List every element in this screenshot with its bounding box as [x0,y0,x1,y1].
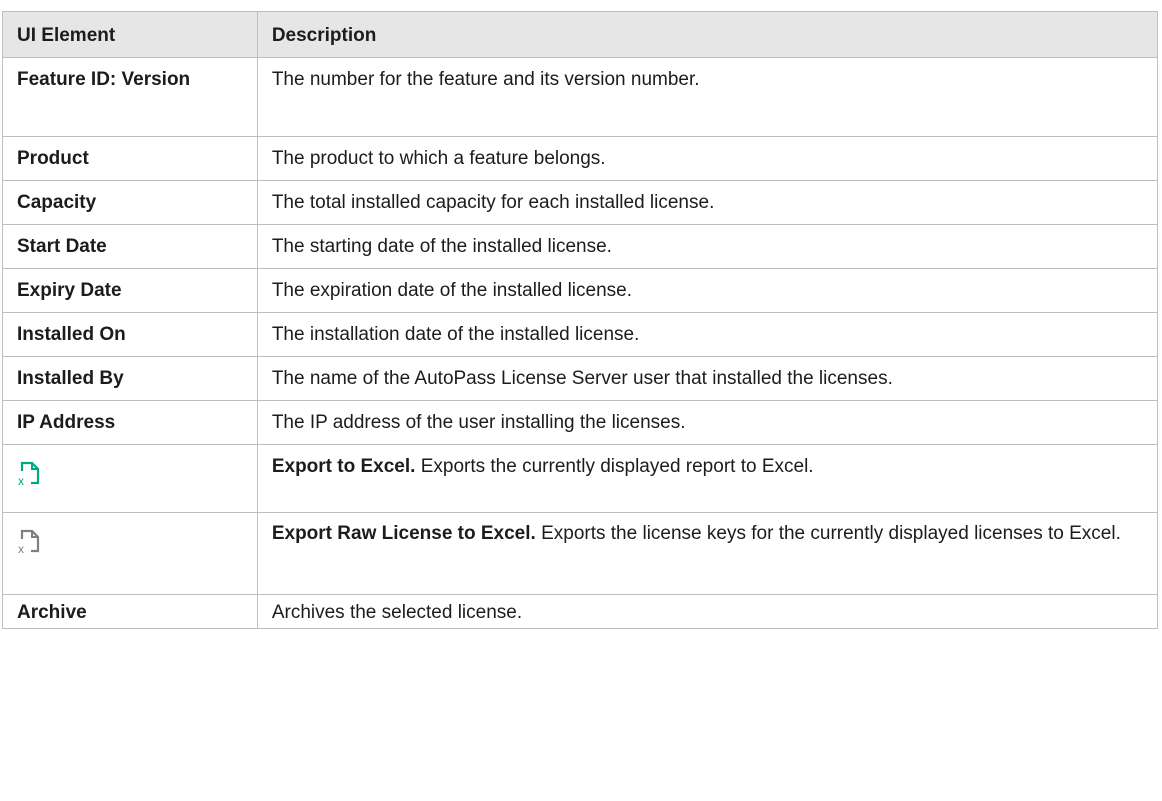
ui-element-cell: Expiry Date [2,268,258,313]
ui-element-cell: x [2,512,258,595]
svg-text:x: x [18,474,24,486]
description-cell: Archives the selected license. [256,594,1159,629]
description-cell: The starting date of the installed licen… [256,224,1159,269]
header-description: Description [256,11,1159,58]
ui-element-cell: Product [2,136,258,181]
table-row: Product The product to which a feature b… [2,136,1159,181]
ui-element-cell: Installed On [2,312,258,357]
description-title: Export Raw License to Excel. [271,523,536,544]
description-text: Exports the license keys for the current… [535,523,1121,544]
table-row: Start Date The starting date of the inst… [2,224,1159,269]
ui-element-cell: Installed By [2,356,258,401]
description-cell: The total installed capacity for each in… [256,180,1159,225]
export-excel-icon[interactable]: x [17,460,41,486]
ui-element-cell: IP Address [2,400,258,445]
description-cell: The installation date of the installed l… [256,312,1159,357]
svg-text:x: x [18,542,24,554]
ui-element-cell: Archive [2,594,258,629]
table-row: x Export to Excel. Exports the currently… [2,444,1159,513]
description-cell: The name of the AutoPass License Server … [256,356,1159,401]
description-text: Exports the currently displayed report t… [415,456,814,477]
ui-element-cell: Start Date [2,224,258,269]
table-row: Expiry Date The expiration date of the i… [2,268,1159,313]
ui-element-cell: Feature ID: Version [2,57,258,137]
description-cell: Export to Excel. Exports the currently d… [256,444,1159,513]
table-row: Archive Archives the selected license. [2,594,1159,629]
export-raw-excel-icon[interactable]: x [17,528,41,554]
ui-element-cell: Capacity [2,180,258,225]
ui-elements-table: UI Element Description Feature ID: Versi… [2,11,1159,629]
table-row: x Export Raw License to Excel. Exports t… [2,512,1159,595]
table-row: Installed By The name of the AutoPass Li… [2,356,1159,401]
description-cell: Export Raw License to Excel. Exports the… [256,512,1159,595]
description-cell: The product to which a feature belongs. [256,136,1159,181]
description-title: Export to Excel. [271,456,416,477]
table-row: Installed On The installation date of th… [2,312,1159,357]
header-ui-element: UI Element [2,11,258,58]
description-cell: The IP address of the user installing th… [256,400,1159,445]
ui-element-cell: x [2,444,258,513]
description-cell: The expiration date of the installed lic… [256,268,1159,313]
description-cell: The number for the feature and its versi… [256,57,1159,137]
table-header-row: UI Element Description [2,11,1159,58]
table-row: IP Address The IP address of the user in… [2,400,1159,445]
table-row: Capacity The total installed capacity fo… [2,180,1159,225]
table-row: Feature ID: Version The number for the f… [2,57,1159,137]
